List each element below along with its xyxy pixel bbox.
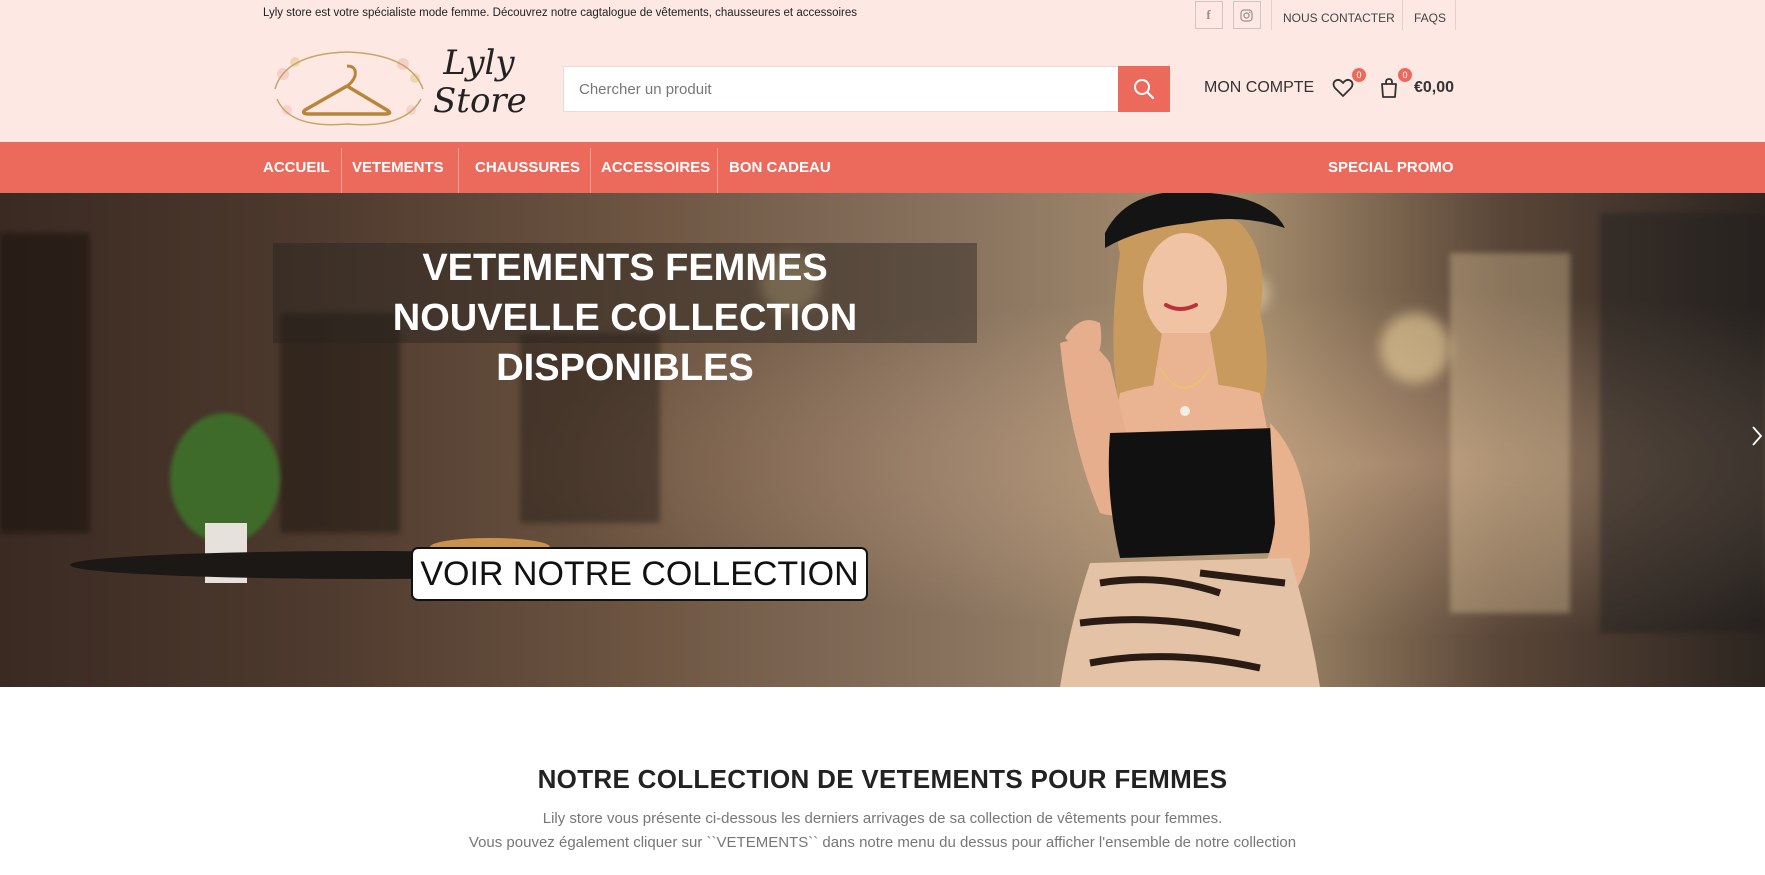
cart-total[interactable]: €0,00 — [1414, 79, 1454, 97]
top-promo-text: Lyly store est votre spécialiste mode fe… — [263, 7, 858, 19]
nav-item-vetements[interactable]: VETEMENTS — [352, 142, 444, 193]
main-nav: ACCUEIL VETEMENTS CHAUSSURES ACCESSOIRES… — [0, 142, 1765, 193]
instagram-icon — [1232, 1, 1261, 29]
facebook-icon: f — [1194, 1, 1223, 29]
instagram-link[interactable] — [1232, 0, 1261, 30]
nav-item-accessoires[interactable]: ACCESSOIRES — [601, 142, 710, 193]
slider-next-button[interactable] — [1751, 425, 1765, 451]
nav-separator — [590, 148, 591, 193]
nav-item-accueil[interactable]: ACCUEIL — [263, 142, 330, 193]
heart-icon — [1332, 78, 1354, 97]
collection-description-line2: Vous pouvez également cliquer sur ``VETE… — [468, 834, 1297, 851]
nav-item-chaussures[interactable]: CHAUSSURES — [475, 142, 580, 193]
hero-title-line2: NOUVELLE COLLECTION DISPONIBLES — [392, 297, 858, 389]
wishlist-button[interactable]: 0 — [1331, 68, 1366, 102]
hero-title-line1: VETEMENTS FEMMES — [422, 247, 828, 289]
collection-title: NOTRE COLLECTION DE VETEMENTS POUR FEMME… — [537, 764, 1228, 794]
nav-item-bon-cadeau[interactable]: BON CADEAU — [729, 142, 831, 193]
search-button[interactable] — [1118, 66, 1170, 112]
hero-bg-shape — [0, 233, 90, 533]
hero-banner: VETEMENTS FEMMES NOUVELLE COLLECTION DIS… — [0, 193, 1765, 687]
shopping-bag-icon — [1381, 78, 1397, 98]
hero-bg-shape — [1600, 213, 1765, 633]
site-header: Lyly Store MON COMPTE 0 0 €0,00 — [0, 30, 1765, 142]
collection-description-line1: Lily store vous présente ci-dessous les … — [542, 810, 1223, 827]
account-link[interactable]: MON COMPTE — [1204, 79, 1314, 97]
cart-count-badge: 0 — [1398, 68, 1412, 82]
cart-button[interactable]: 0 — [1377, 68, 1412, 102]
chevron-right-icon — [1752, 426, 1763, 446]
view-collection-button[interactable]: VOIR NOTRE COLLECTION — [411, 547, 868, 601]
nav-separator — [341, 148, 342, 193]
search-icon — [1134, 79, 1155, 100]
hero-model-photo — [1060, 193, 1320, 687]
search-bar — [563, 66, 1170, 112]
hero-title: VETEMENTS FEMMES NOUVELLE COLLECTION DIS… — [273, 243, 977, 389]
facebook-link[interactable]: f — [1194, 0, 1223, 30]
nav-separator — [717, 148, 718, 193]
nav-item-special-promo[interactable]: SPECIAL PROMO — [1328, 142, 1454, 193]
wishlist-count-badge: 0 — [1352, 68, 1366, 82]
hanger-logo-icon — [274, 51, 424, 126]
site-logo[interactable]: Lyly Store — [265, 43, 527, 130]
search-input[interactable] — [564, 67, 1119, 111]
nav-separator — [458, 148, 459, 193]
top-bar: Lyly store est votre spécialiste mode fe… — [0, 0, 1765, 36]
logo-text: Lyly Store — [433, 43, 527, 121]
